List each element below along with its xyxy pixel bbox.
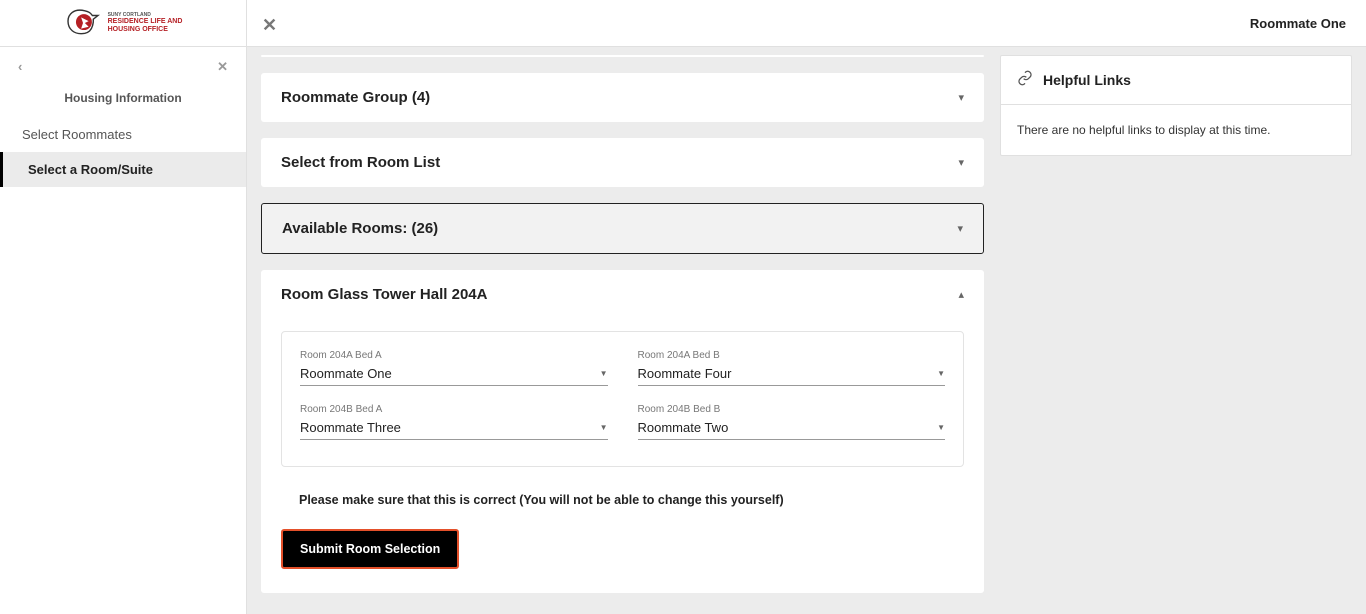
room-detail-panel: Room Glass Tower Hall 204A ▴ Room 204A B… bbox=[261, 270, 984, 593]
logo-line3: HOUSING OFFICE bbox=[108, 26, 168, 33]
bed-value-text: Roommate One bbox=[300, 366, 392, 381]
user-name[interactable]: Roommate One bbox=[1250, 16, 1346, 31]
bed-value-text: Roommate Four bbox=[638, 366, 732, 381]
bed-value-text: Roommate Two bbox=[638, 420, 729, 435]
panel-title: Select from Room List bbox=[281, 154, 440, 171]
right-column: Helpful Links There are no helpful links… bbox=[1000, 55, 1352, 600]
helpful-title: Helpful Links bbox=[1043, 72, 1131, 88]
link-icon bbox=[1017, 70, 1033, 90]
panel-title: Available Rooms: (26) bbox=[282, 220, 438, 237]
bed-select[interactable]: Roommate Four ▼ bbox=[638, 363, 946, 386]
available-rooms-panel[interactable]: Available Rooms: (26) ▾ bbox=[261, 203, 984, 254]
chevron-down-icon: ▾ bbox=[958, 156, 964, 169]
bed-select[interactable]: Roommate Three ▼ bbox=[300, 417, 608, 440]
bed-label: Room 204A Bed A bbox=[300, 350, 608, 361]
bed-grid-container: Room 204A Bed A Roommate One ▼ Room 204A… bbox=[281, 331, 964, 467]
submit-room-selection-button[interactable]: Submit Room Selection bbox=[281, 529, 459, 569]
helpful-links-card: Helpful Links There are no helpful links… bbox=[1000, 55, 1352, 156]
content: Roommate Group (4) ▾ Select from Room Li… bbox=[247, 47, 1366, 614]
helpful-body: There are no helpful links to display at… bbox=[1001, 105, 1351, 155]
center-column: Roommate Group (4) ▾ Select from Room Li… bbox=[261, 55, 984, 600]
dropdown-arrow-icon: ▼ bbox=[600, 369, 608, 378]
helpful-header: Helpful Links bbox=[1001, 56, 1351, 105]
brand-logo-icon bbox=[64, 8, 102, 38]
sidebar-controls: ‹ ✕ bbox=[0, 59, 246, 83]
logo-line2: RESIDENCE LIFE AND bbox=[108, 18, 183, 25]
bed-field-204a-a: Room 204A Bed A Roommate One ▼ bbox=[300, 350, 608, 386]
roommate-group-panel[interactable]: Roommate Group (4) ▾ bbox=[261, 73, 984, 122]
top-stub-card bbox=[261, 55, 984, 57]
top-header: SUNY CORTLAND RESIDENCE LIFE AND HOUSING… bbox=[0, 0, 1366, 47]
room-body: Room 204A Bed A Roommate One ▼ Room 204A… bbox=[261, 319, 984, 593]
room-list-panel[interactable]: Select from Room List ▾ bbox=[261, 138, 984, 187]
bed-value-text: Roommate Three bbox=[300, 420, 401, 435]
logo-section: SUNY CORTLAND RESIDENCE LIFE AND HOUSING… bbox=[0, 0, 247, 46]
bed-label: Room 204B Bed A bbox=[300, 404, 608, 415]
bed-grid: Room 204A Bed A Roommate One ▼ Room 204A… bbox=[300, 350, 945, 440]
panel-title: Room Glass Tower Hall 204A bbox=[281, 286, 487, 303]
dropdown-arrow-icon: ▼ bbox=[937, 369, 945, 378]
sidebar-item-select-room-suite[interactable]: Select a Room/Suite bbox=[0, 152, 246, 187]
bed-label: Room 204A Bed B bbox=[638, 350, 946, 361]
bed-field-204b-a: Room 204B Bed A Roommate Three ▼ bbox=[300, 404, 608, 440]
bed-select[interactable]: Roommate One ▼ bbox=[300, 363, 608, 386]
close-icon[interactable]: ✕ bbox=[262, 15, 277, 36]
close-sidebar-icon[interactable]: ✕ bbox=[217, 59, 228, 75]
sidebar-item-label: Select Roommates bbox=[22, 127, 132, 142]
chevron-down-icon: ▾ bbox=[958, 91, 964, 104]
panel-title: Roommate Group (4) bbox=[281, 89, 430, 106]
bed-label: Room 204B Bed B bbox=[638, 404, 946, 415]
chevron-down-icon: ▾ bbox=[957, 222, 963, 235]
logo-text: SUNY CORTLAND RESIDENCE LIFE AND HOUSING… bbox=[108, 12, 183, 35]
bed-field-204a-b: Room 204A Bed B Roommate Four ▼ bbox=[638, 350, 946, 386]
room-detail-header[interactable]: Room Glass Tower Hall 204A ▴ bbox=[261, 270, 984, 319]
dropdown-arrow-icon: ▼ bbox=[937, 423, 945, 432]
bed-select[interactable]: Roommate Two ▼ bbox=[638, 417, 946, 440]
sidebar-item-label: Select a Room/Suite bbox=[28, 162, 153, 177]
bed-field-204b-b: Room 204B Bed B Roommate Two ▼ bbox=[638, 404, 946, 440]
sidebar: ‹ ✕ Housing Information Select Roommates… bbox=[0, 47, 247, 614]
back-icon[interactable]: ‹ bbox=[18, 59, 22, 75]
logo: SUNY CORTLAND RESIDENCE LIFE AND HOUSING… bbox=[64, 8, 183, 38]
sidebar-heading: Housing Information bbox=[0, 83, 246, 117]
chevron-up-icon: ▴ bbox=[958, 288, 964, 301]
dropdown-arrow-icon: ▼ bbox=[600, 423, 608, 432]
sidebar-item-select-roommates[interactable]: Select Roommates bbox=[0, 117, 246, 152]
warning-text: Please make sure that this is correct (Y… bbox=[299, 493, 964, 507]
